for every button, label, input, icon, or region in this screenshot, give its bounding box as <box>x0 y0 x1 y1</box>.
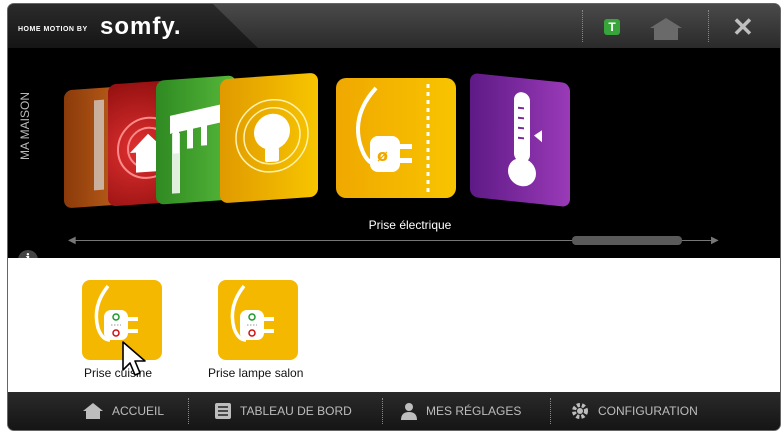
selected-type-label: Prise électrique <box>368 218 452 232</box>
thermometer-icon <box>508 92 542 187</box>
top-divider <box>708 10 709 42</box>
heating-tile[interactable] <box>470 72 570 208</box>
nav-divider <box>188 398 189 424</box>
home-icon[interactable] <box>648 16 684 40</box>
device-type-carousel[interactable]: MA MAISON ø Prise électrique ◀ ▶ <box>8 48 780 258</box>
dashboard-icon <box>215 403 231 419</box>
plug-icon: ø <box>356 84 430 194</box>
nav-mes-reglages[interactable]: MES RÉGLAGES <box>400 392 521 430</box>
lighting-tile[interactable] <box>220 72 318 204</box>
user-icon <box>401 403 417 420</box>
bottom-nav: ACCUEIL TABLEAU DE BORD MES RÉGLAGES CON… <box>8 392 780 430</box>
nav-mes-reglages-label: MES RÉGLAGES <box>426 404 522 418</box>
close-icon[interactable]: ✕ <box>732 12 754 43</box>
app-window: HOME MOTION BY somfy. T ✕ MA MAISON ø Pr… <box>8 4 780 430</box>
device-list: Prise cuisine Prise lampe salon <box>8 258 780 392</box>
plug-tile[interactable]: ø <box>336 78 456 198</box>
nav-accueil[interactable]: ACCUEIL <box>82 392 164 430</box>
home-icon <box>83 403 103 419</box>
plug-icon <box>230 284 274 342</box>
gear-icon <box>572 403 588 419</box>
nav-accueil-label: ACCUEIL <box>112 404 165 418</box>
nav-configuration[interactable]: CONFIGURATION <box>570 392 698 430</box>
nav-tableau-de-bord-label: TABLEAU DE BORD <box>240 404 352 418</box>
nav-configuration-label: CONFIGURATION <box>598 404 698 418</box>
mouse-pointer-icon <box>122 341 146 376</box>
side-label: MA MAISON <box>18 91 32 160</box>
nav-divider <box>382 398 383 424</box>
top-divider <box>582 10 583 42</box>
device-label: Prise lampe salon <box>208 366 304 380</box>
svg-text:ø: ø <box>377 146 388 165</box>
carousel-scroll-thumb[interactable] <box>572 236 682 245</box>
brand-area: HOME MOTION BY somfy. <box>8 4 258 48</box>
user-badge[interactable]: T <box>604 19 620 35</box>
scroll-right-arrow[interactable]: ▶ <box>711 235 719 246</box>
somfy-logo: somfy. <box>100 13 182 40</box>
brand-prefix: HOME MOTION BY <box>18 26 88 33</box>
top-bar: HOME MOTION BY somfy. T ✕ <box>8 4 780 48</box>
bulb-icon <box>235 98 309 173</box>
nav-divider <box>550 398 551 424</box>
nav-tableau-de-bord[interactable]: TABLEAU DE BORD <box>214 392 352 430</box>
device-tile-prise-lampe-salon[interactable] <box>218 280 298 360</box>
